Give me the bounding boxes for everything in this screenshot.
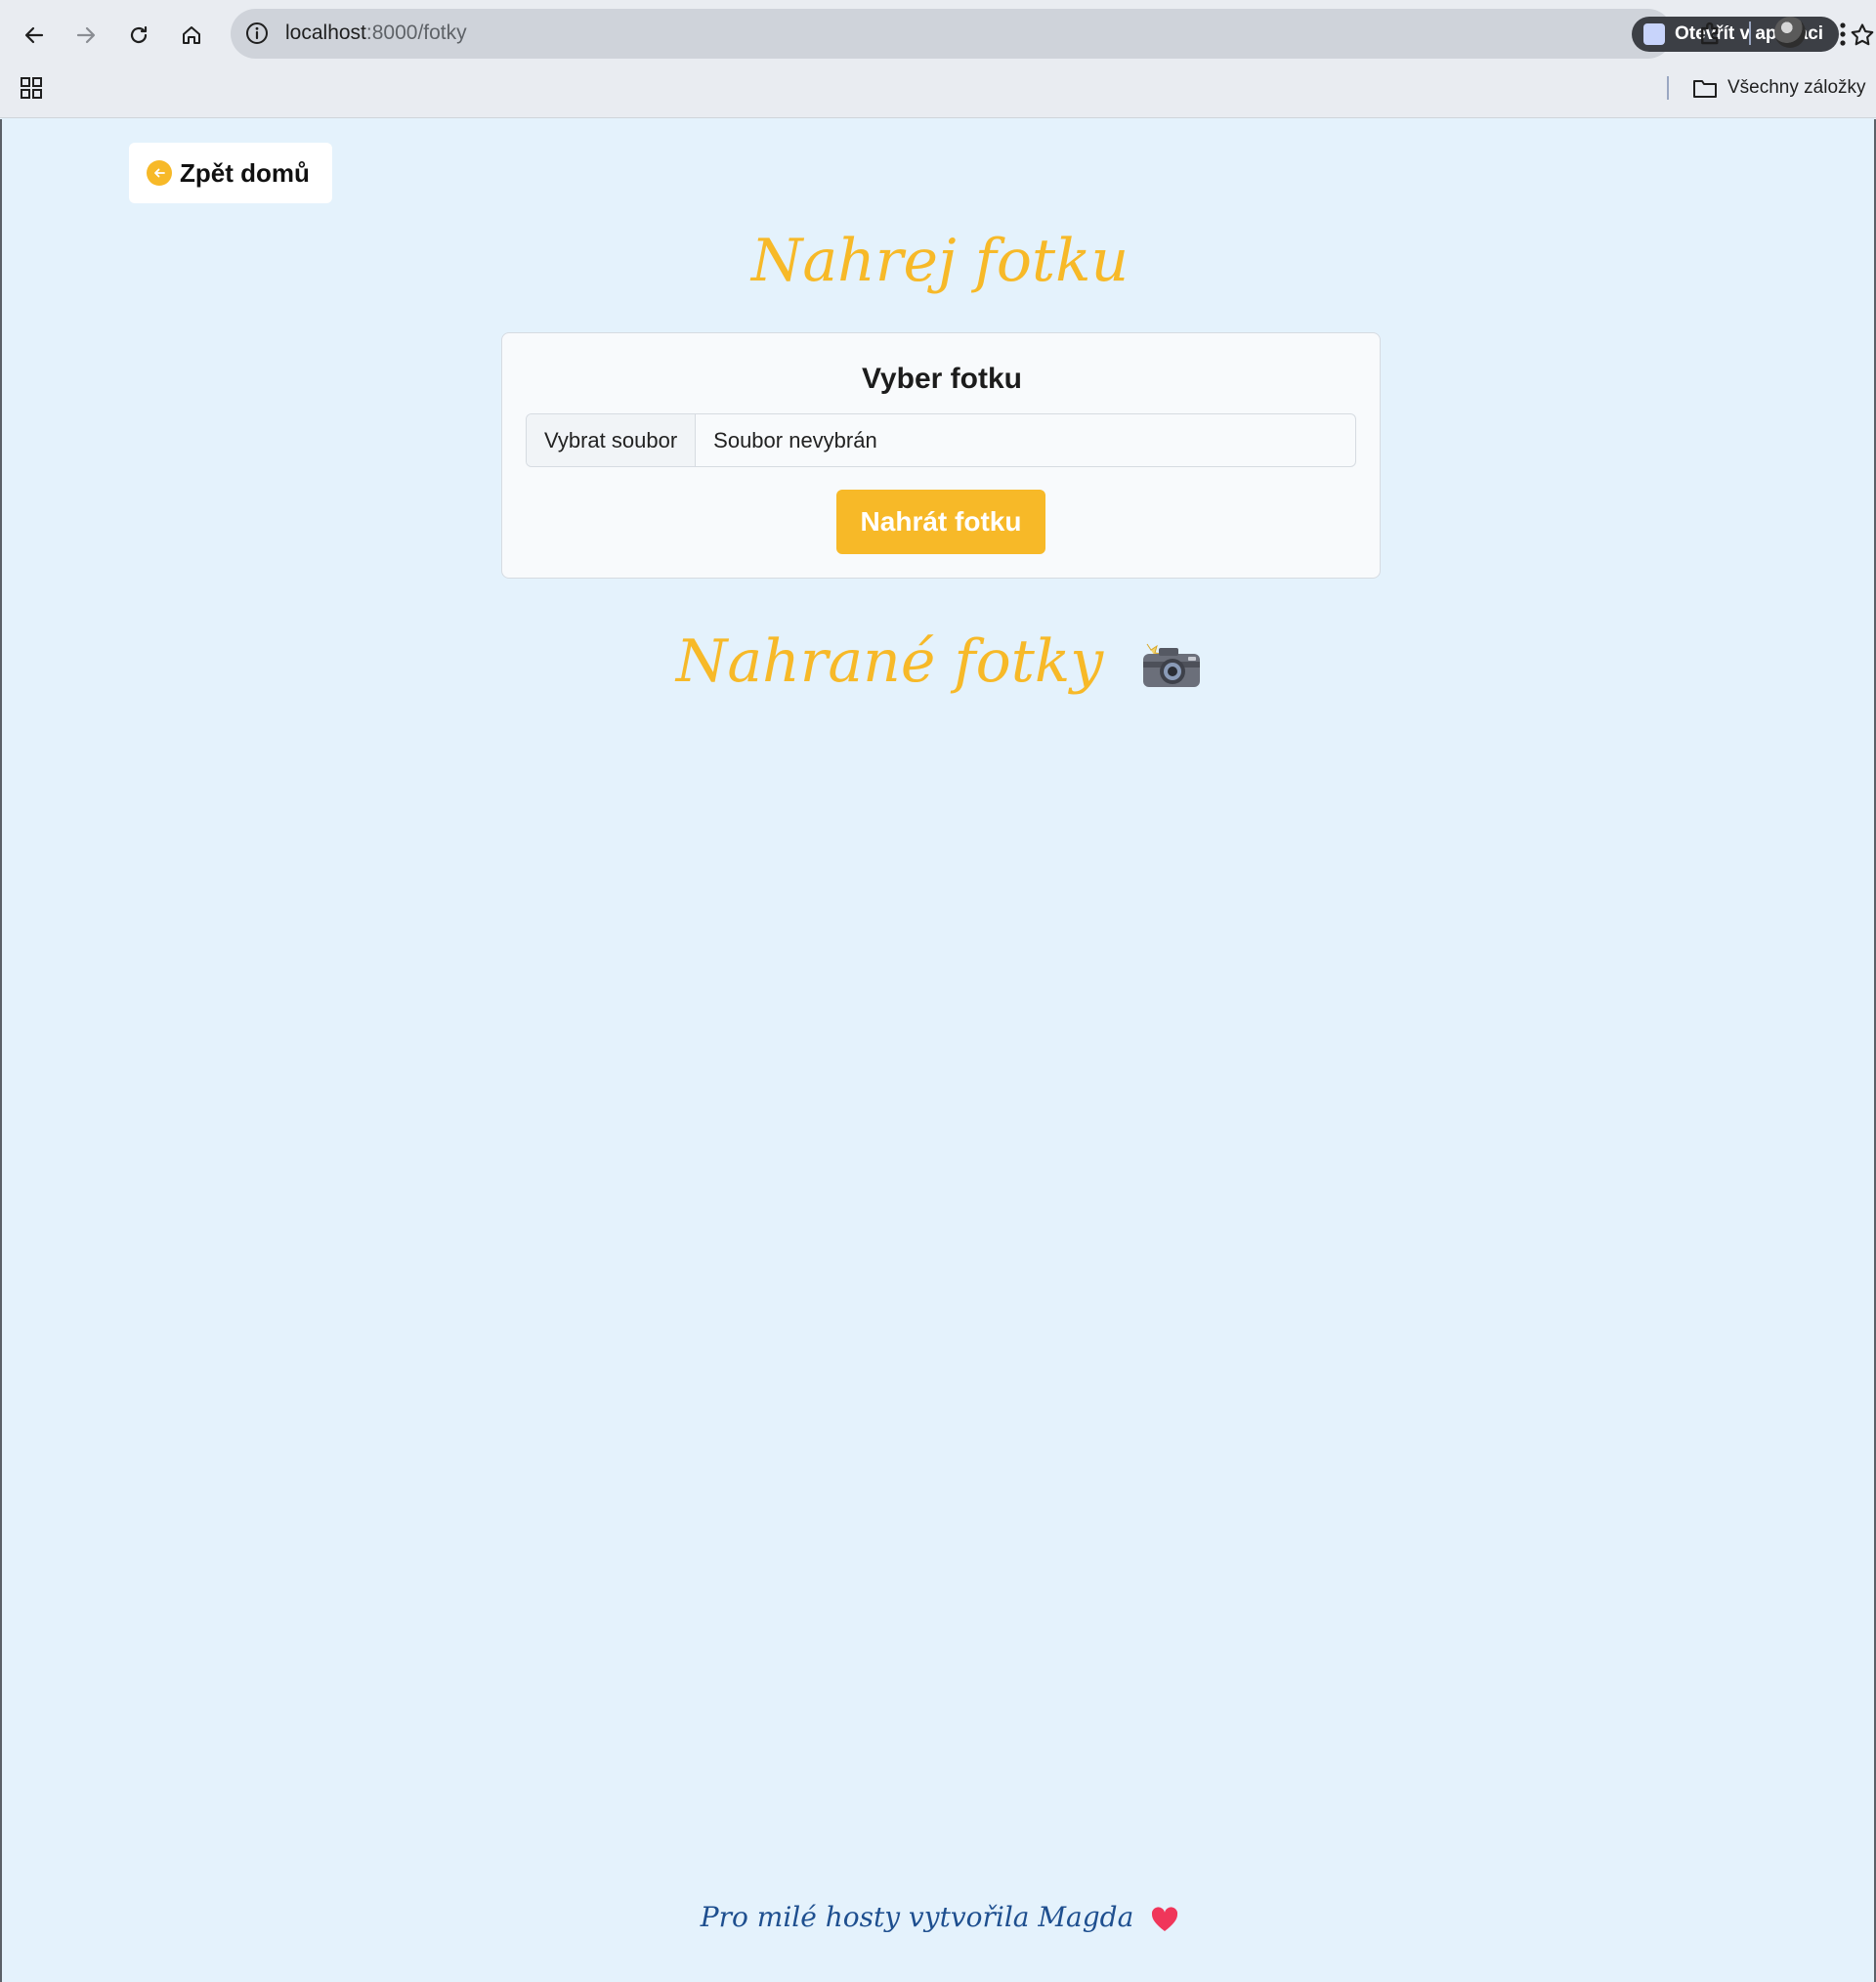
- file-input[interactable]: Vybrat soubor Soubor nevybrán: [526, 413, 1356, 467]
- uploaded-photos-title: Nahrané fotky: [675, 627, 1104, 696]
- uploaded-photos-heading: Nahrané fotky: [2, 627, 1876, 696]
- all-bookmarks-label: Všechny záložky: [1727, 77, 1866, 98]
- footer-text: Pro milé hosty vytvořila Magda: [700, 1901, 1134, 1933]
- page-content: Zpět domů Nahrej fotku Vyber fotku Vybra…: [0, 119, 1876, 1982]
- open-in-app-button[interactable]: Otevřít v aplikaci: [1632, 17, 1840, 52]
- upload-photo-button[interactable]: Nahrát fotku: [836, 490, 1045, 554]
- home-icon[interactable]: [170, 14, 213, 57]
- url-host: localhost: [285, 22, 366, 44]
- back-home-button[interactable]: Zpět domů: [129, 143, 332, 203]
- footer-credit: Pro milé hosty vytvořila Magda: [2, 1901, 1876, 1933]
- more-menu-icon[interactable]: [1833, 20, 1853, 49]
- forward-arrow-icon[interactable]: [64, 14, 107, 57]
- camera-with-flash-icon: [1143, 644, 1201, 688]
- profile-avatar[interactable]: [1774, 17, 1806, 48]
- url-text[interactable]: localhost:8000/fotky: [285, 22, 467, 45]
- folder-icon: [1693, 80, 1717, 98]
- app-icon: [1643, 23, 1665, 45]
- back-home-label: Zpět domů: [180, 157, 310, 188]
- upload-heading: Nahrej fotku: [750, 227, 1130, 295]
- apps-grid-icon[interactable]: [20, 76, 43, 100]
- back-arrow-icon[interactable]: [13, 14, 56, 57]
- choose-file-button[interactable]: Vybrat soubor: [527, 414, 697, 466]
- heart-icon: [1152, 1906, 1178, 1931]
- reload-icon[interactable]: [117, 14, 160, 57]
- url-path: :8000/fotky: [365, 22, 467, 44]
- extensions-icon[interactable]: [1696, 19, 1726, 48]
- address-bar[interactable]: localhost:8000/fotky Otevřít v aplikaci: [231, 9, 1874, 59]
- bookmarks-divider: [1667, 76, 1669, 100]
- file-status-text: Soubor nevybrán: [713, 427, 877, 452]
- browser-chrome: localhost:8000/fotky Otevřít v aplikaci …: [0, 0, 1876, 118]
- upload-card: Vyber fotku Vybrat soubor Soubor nevybrá…: [501, 332, 1381, 579]
- bookmark-star-icon[interactable]: [1849, 22, 1876, 49]
- arrow-left-circle-icon: [147, 160, 172, 186]
- card-title: Vyber fotku: [862, 363, 1022, 395]
- site-info-icon[interactable]: [244, 21, 270, 46]
- all-bookmarks-button[interactable]: Všechny záložky: [1692, 74, 1866, 102]
- toolbar-divider: [1749, 22, 1751, 45]
